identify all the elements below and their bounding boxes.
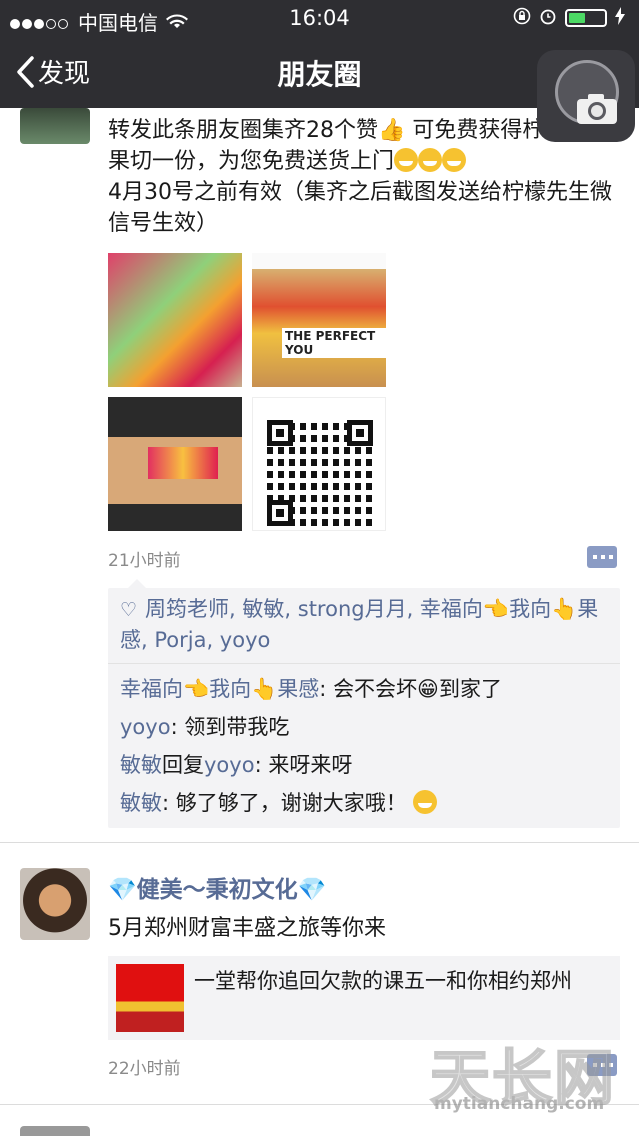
post-text: 5月郑州财富丰盛之旅等你来	[108, 916, 386, 941]
grin-emoji-icon	[442, 148, 467, 172]
comment-sep: :	[162, 791, 176, 815]
comment-item[interactable]: 敏敏回复yoyo: 来呀来呀	[120, 746, 610, 784]
qr-eye	[267, 500, 293, 526]
comment-item[interactable]: yoyo: 领到带我吃	[120, 708, 610, 746]
avatar[interactable]	[20, 868, 90, 940]
watermark-url: mytianchang.com	[434, 1094, 605, 1114]
alarm-icon	[539, 6, 557, 30]
orientation-lock-icon	[513, 6, 531, 30]
comment-sep: :	[254, 753, 269, 777]
comment-sep: :	[170, 715, 185, 739]
comment-text: 会不会坏😁到家了	[333, 677, 502, 701]
comment-user[interactable]: 敏敏	[120, 791, 162, 815]
comment-reply-word: 回复	[162, 753, 204, 777]
post-photo[interactable]: THE PERFECT YOU	[252, 253, 386, 387]
comment-reply-to[interactable]: yoyo	[204, 753, 255, 777]
likes-comments-box: ♡ 周筠老师, 敏敏, strong月月, 幸福向👈我向👆果感, Porja, y…	[108, 579, 620, 828]
post-photo[interactable]	[108, 253, 242, 387]
heart-icon: ♡	[120, 599, 138, 621]
qr-eye	[267, 420, 293, 446]
comment-sep: :	[319, 677, 334, 701]
shared-link-thumbnail	[116, 964, 184, 1032]
comment-text: 来呀来呀	[268, 753, 353, 777]
likes-names[interactable]: 周筠老师, 敏敏, strong月月, 幸福向👈我向👆果感, Porja, yo…	[120, 597, 598, 652]
camera-button[interactable]	[537, 50, 635, 142]
status-right	[513, 6, 625, 30]
post-photo-qr[interactable]	[252, 397, 386, 531]
thumbs-up-icon: 👍	[378, 118, 406, 143]
status-bar: 中国电信 16:04	[0, 0, 639, 36]
comment-button[interactable]	[587, 546, 617, 568]
avatar[interactable]	[20, 108, 90, 144]
shared-link-title: 一堂帮你追回欠款的课五一和你相约郑州	[194, 969, 572, 993]
comment-text: 领到带我吃	[184, 715, 290, 739]
post-text-part: 转发此条朋友圈集齐28个赞	[108, 118, 378, 143]
likes-list: ♡ 周筠老师, 敏敏, strong月月, 幸福向👈我向👆果感, Porja, y…	[108, 588, 620, 664]
post-author[interactable]: 💎健美～秉初文化💎	[108, 870, 326, 904]
post-photo[interactable]	[108, 397, 242, 531]
comment-user[interactable]: yoyo	[120, 715, 171, 739]
fruit-box	[148, 447, 218, 479]
comment-item[interactable]: 幸福向👈我向👆果感: 会不会坏😁到家了	[120, 670, 610, 708]
shared-link-card[interactable]: 一堂帮你追回欠款的课五一和你相约郑州	[108, 956, 620, 1040]
avatar[interactable]	[20, 1126, 90, 1136]
smile-emoji-icon	[413, 790, 438, 814]
comment-user[interactable]: 幸福向👈我向👆果感	[120, 677, 319, 701]
post-time: 22小时前	[108, 1059, 181, 1079]
post-time: 21小时前	[108, 551, 181, 571]
watermark: 天长网 mytianchang.com	[429, 1030, 635, 1120]
moments-feed[interactable]: 转发此条朋友圈集齐28个赞👍 可免费获得柠檬先生果切一份，为您免费送货上门 4月…	[0, 108, 639, 1136]
comment-text: 够了够了，谢谢大家哦！	[175, 791, 407, 815]
grin-emoji-icon	[418, 148, 443, 172]
nav-bar: 发现 朋友圈	[0, 36, 639, 142]
qr-eye	[347, 420, 373, 446]
comments-list: 幸福向👈我向👆果感: 会不会坏😁到家了 yoyo: 领到带我吃 敏敏回复yoyo…	[108, 664, 620, 828]
camera-icon	[577, 94, 617, 124]
charging-icon	[615, 6, 625, 30]
battery-icon	[565, 9, 607, 27]
photo-caption: THE PERFECT YOU	[282, 328, 386, 358]
comment-item[interactable]: 敏敏: 够了够了，谢谢大家哦！	[120, 784, 610, 822]
post-divider	[0, 842, 639, 843]
post-text-part: 4月30号之前有效（集齐之后截图发送给柠檬先生微信号生效）	[108, 180, 612, 236]
comment-user[interactable]: 敏敏	[120, 753, 162, 777]
grin-emoji-icon	[394, 148, 419, 172]
